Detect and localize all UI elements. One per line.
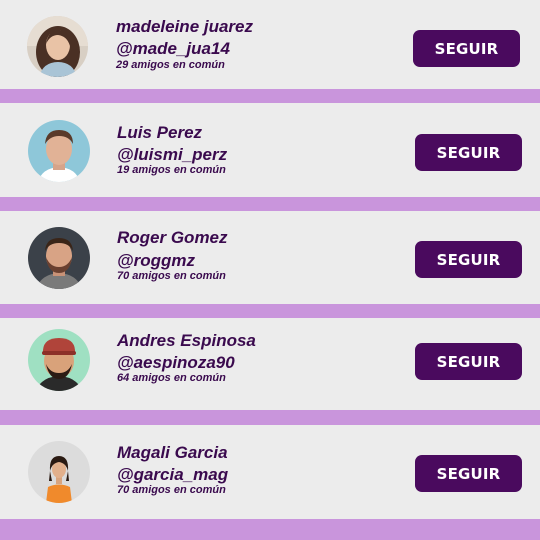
follow-button[interactable]: SEGUIR — [415, 241, 522, 278]
suggestion-card: Andres Espinosa @aespinoza90 64 amigos e… — [0, 318, 540, 410]
user-handle: @roggmz — [117, 251, 195, 270]
mutual-friends: 64 amigos en común — [117, 372, 226, 384]
user-name[interactable]: Roger Gomez — [117, 228, 228, 248]
suggestion-card: madeleine juarez @made_jua14 29 amigos e… — [0, 0, 540, 89]
mutual-friends: 29 amigos en común — [116, 59, 225, 71]
user-handle: @made_jua14 — [116, 39, 230, 58]
mutual-friends: 70 amigos en común — [117, 484, 226, 496]
avatar[interactable] — [28, 227, 90, 289]
avatar[interactable] — [27, 16, 88, 77]
mutual-friends: 70 amigos en común — [117, 270, 226, 282]
user-handle: @garcia_mag — [117, 465, 229, 484]
follow-button[interactable]: SEGUIR — [415, 134, 522, 171]
avatar[interactable] — [28, 120, 90, 182]
suggestion-card: Luis Perez @luismi_perz 19 amigos en com… — [0, 103, 540, 197]
user-name[interactable]: Luis Perez — [117, 123, 202, 143]
follow-button[interactable]: SEGUIR — [415, 343, 522, 380]
follow-button[interactable]: SEGUIR — [415, 455, 522, 492]
user-name[interactable]: Magali Garcia — [117, 443, 228, 463]
user-name[interactable]: Andres Espinosa — [117, 331, 256, 351]
suggestion-card: Magali Garcia @garcia_mag 70 amigos en c… — [0, 425, 540, 519]
avatar[interactable] — [28, 329, 90, 391]
user-handle: @luismi_perz — [117, 145, 228, 164]
user-handle: @aespinoza90 — [117, 353, 235, 372]
follow-button[interactable]: SEGUIR — [413, 30, 520, 67]
suggestion-card: Roger Gomez @roggmz 70 amigos en común S… — [0, 211, 540, 304]
mutual-friends: 19 amigos en común — [117, 164, 226, 176]
user-name[interactable]: madeleine juarez — [116, 17, 253, 37]
avatar[interactable] — [28, 441, 90, 503]
